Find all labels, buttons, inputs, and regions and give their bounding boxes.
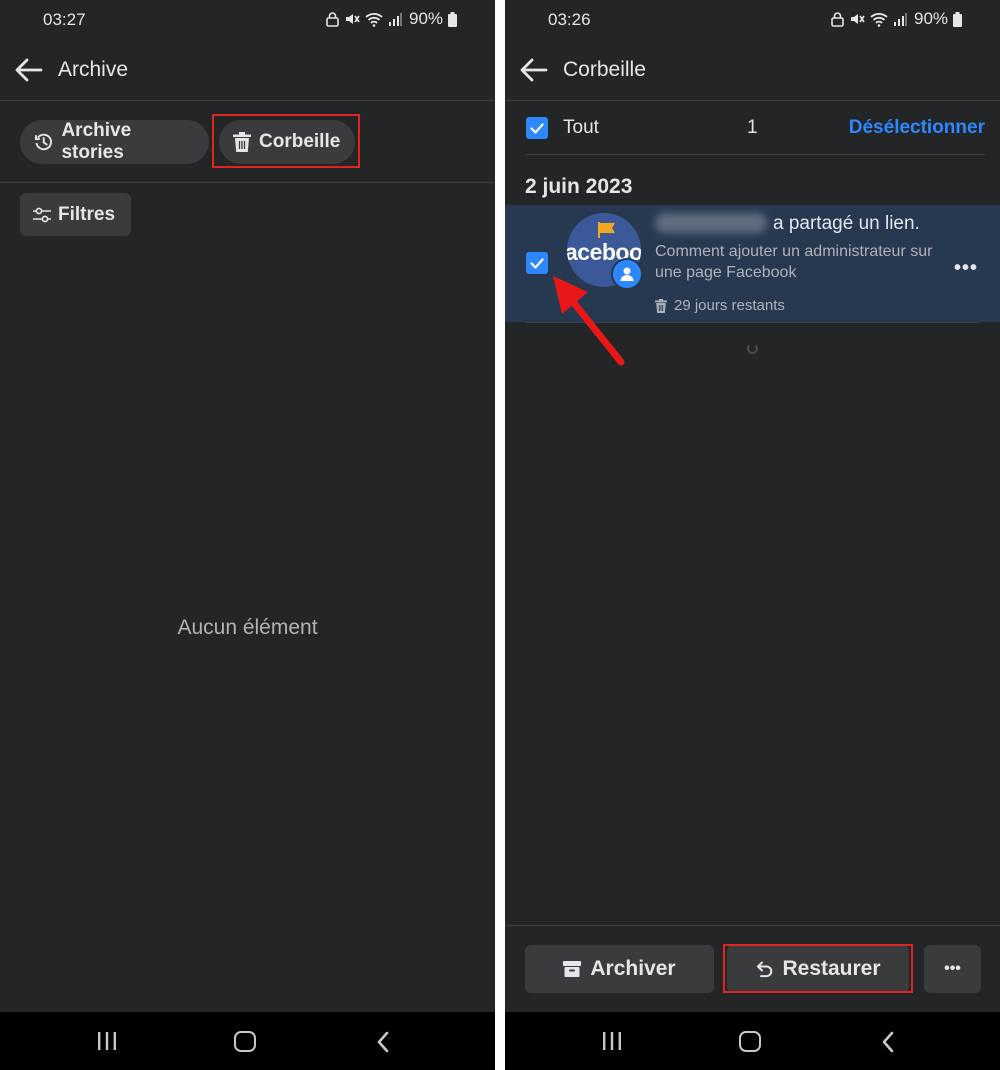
battery-percent: 90%: [409, 9, 444, 28]
system-nav-bar: [505, 1012, 1000, 1070]
status-bar: 03:27 90%: [0, 0, 495, 40]
status-icons: 90%: [326, 9, 458, 29]
recents-icon[interactable]: [96, 1032, 118, 1050]
item-description: Comment ajouter un administrateur sur un…: [655, 243, 933, 281]
mute-icon: [851, 14, 865, 24]
more-actions-button[interactable]: •••: [924, 945, 981, 993]
select-all-checkbox[interactable]: [526, 117, 548, 139]
wifi-icon: [870, 12, 888, 27]
arrow-left-icon[interactable]: [519, 57, 549, 83]
trash-icon: [655, 298, 667, 313]
more-horizontal-icon[interactable]: •••: [954, 257, 978, 280]
status-time: 03:27: [43, 10, 86, 29]
flag-icon: [598, 222, 615, 238]
loading-spinner: [747, 343, 758, 354]
archive-screen: 03:27 90% Archive Archive stories Corbei…: [0, 0, 495, 1070]
trash-screen: 03:26 90% Corbeille Tout 1 Désélectionne…: [505, 0, 1000, 1070]
red-arrow-annotation: [553, 276, 625, 366]
battery-icon: [953, 11, 963, 27]
archive-box-icon: [563, 961, 582, 977]
lock-icon: [326, 11, 339, 27]
clock-history-icon: [34, 133, 53, 151]
page-title: Archive: [58, 58, 129, 81]
chip-label: Archive stories: [61, 120, 132, 163]
check-icon: [530, 257, 544, 269]
mute-icon: [346, 14, 360, 24]
wifi-icon: [365, 12, 383, 27]
empty-state-text: Aucun élément: [177, 616, 318, 639]
item-checkbox[interactable]: [526, 252, 548, 274]
nav-back-icon[interactable]: [881, 1031, 895, 1053]
archive-stories-chip[interactable]: Archive stories: [20, 120, 209, 164]
header-divider: [505, 100, 1000, 101]
nav-back-icon[interactable]: [376, 1031, 390, 1053]
battery-icon: [448, 11, 458, 27]
select-all-label: Tout: [563, 117, 599, 138]
battery-percent: 90%: [914, 9, 949, 28]
header-divider: [0, 100, 495, 101]
sliders-icon: [33, 207, 51, 222]
blurred-author-name: [655, 213, 767, 233]
actions-divider: [505, 925, 1000, 926]
days-remaining: 29 jours restants: [655, 297, 785, 314]
home-icon[interactable]: [234, 1031, 256, 1052]
status-icons: 90%: [831, 9, 963, 29]
archive-button-label: Archiver: [590, 957, 676, 980]
check-icon: [530, 122, 544, 134]
signal-icon: [894, 13, 907, 26]
signal-icon: [389, 13, 402, 26]
filters-button[interactable]: Filtres: [20, 193, 131, 236]
corbeille-highlight-box: [212, 114, 360, 168]
more-horizontal-icon: •••: [944, 960, 961, 977]
select-divider: [525, 154, 985, 155]
system-nav-bar: [0, 1012, 495, 1070]
chips-divider: [0, 182, 495, 183]
app-header: Corbeille: [505, 48, 1000, 92]
days-remaining-label: 29 jours restants: [674, 297, 785, 314]
home-icon[interactable]: [739, 1031, 761, 1052]
restore-highlight-box: [723, 944, 913, 993]
recents-icon[interactable]: [601, 1032, 623, 1050]
status-time: 03:26: [548, 10, 591, 29]
app-header: Archive: [0, 48, 495, 92]
selected-count: 1: [747, 117, 758, 138]
page-title: Corbeille: [563, 58, 646, 81]
archive-button[interactable]: Archiver: [525, 945, 714, 993]
lock-icon: [831, 11, 844, 27]
filters-label: Filtres: [58, 203, 116, 225]
status-bar: 03:26 90%: [505, 0, 1000, 40]
date-heading: 2 juin 2023: [525, 175, 633, 198]
deselect-button[interactable]: Désélectionner: [849, 117, 985, 139]
arrow-left-icon[interactable]: [14, 57, 44, 83]
item-action-text: a partagé un lien.: [773, 213, 920, 234]
